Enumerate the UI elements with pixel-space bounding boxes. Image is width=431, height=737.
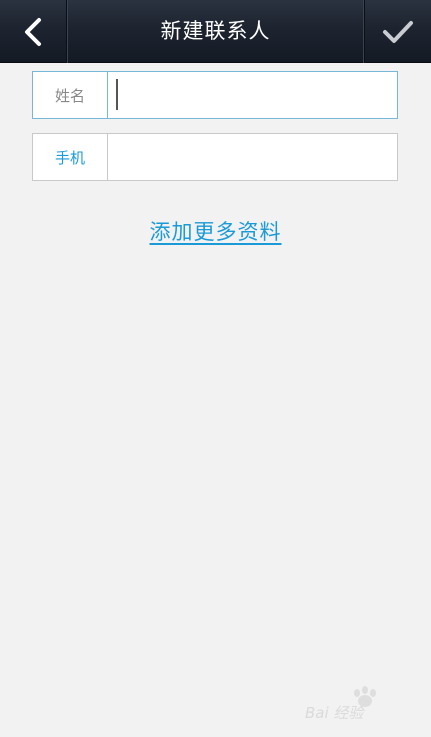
text-cursor (116, 79, 118, 110)
navigation-bar: 新建联系人 (0, 0, 431, 63)
page-title: 新建联系人 (160, 19, 271, 43)
phone-label: 手机 (33, 134, 108, 180)
phone-field[interactable]: 手机 (32, 133, 398, 181)
watermark: Bai 经验 (305, 683, 405, 723)
phone-input[interactable] (108, 134, 397, 180)
chevron-left-icon (25, 17, 41, 46)
name-input[interactable] (108, 72, 397, 118)
name-label: 姓名 (33, 72, 108, 118)
add-more-info-link[interactable]: 添加更多资料 (0, 216, 431, 246)
checkmark-icon (383, 20, 413, 43)
save-button[interactable] (364, 0, 431, 63)
name-field[interactable]: 姓名 (32, 71, 398, 119)
watermark-text: Bai 经验 (305, 704, 364, 722)
back-button[interactable] (0, 0, 67, 63)
new-contact-screen: 新建联系人 姓名 手机 添加更多资料 Bai 经验 (0, 0, 431, 737)
